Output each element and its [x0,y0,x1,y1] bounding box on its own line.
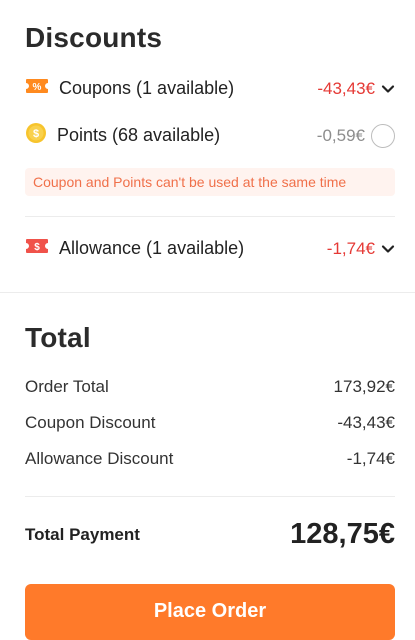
line-value: -43,43€ [337,413,395,432]
chevron-down-icon[interactable] [381,82,395,96]
divider [25,216,395,217]
divider [25,496,395,497]
allowance-row[interactable]: $ Allowance (1 available) -1,74€ [25,238,395,259]
points-radio[interactable] [371,123,395,148]
coupons-row[interactable]: % Coupons (1 available) -43,43€ [25,78,395,99]
allowance-label: Allowance (1 available) [59,238,245,258]
svg-text:$: $ [34,242,40,253]
total-title: Total [25,322,91,353]
discounts-title: Discounts [25,22,163,53]
place-order-button[interactable]: Place Order [25,584,395,640]
line-value: 173,92€ [333,377,395,396]
line-label: Allowance Discount [25,449,174,468]
coupon-percent-icon: % [25,78,49,99]
points-label: Points (68 available) [57,125,221,145]
coupons-value: -43,43€ [317,78,375,98]
points-value: -0,59€ [316,125,365,145]
line-label: Order Total [25,377,109,396]
dollar-coin-icon: $ [25,122,47,149]
total-payment-label: Total Payment [25,524,140,544]
order-total-line: Order Total 173,92€ [25,377,395,397]
svg-text:$: $ [33,128,39,140]
total-payment-row: Total Payment 128,75€ [25,518,395,551]
total-payment-amount: 128,75€ [290,518,395,550]
allowance-ticket-icon: $ [25,238,49,259]
coupon-points-notice: Coupon and Points can't be used at the s… [25,168,395,196]
chevron-down-icon[interactable] [381,242,395,256]
line-label: Coupon Discount [25,413,156,432]
allowance-value: -1,74€ [326,238,375,258]
section-divider [0,292,415,293]
coupon-discount-line: Coupon Discount -43,43€ [25,413,395,433]
allowance-discount-line: Allowance Discount -1,74€ [25,449,395,469]
svg-text:%: % [33,82,42,93]
points-row[interactable]: $ Points (68 available) -0,59€ [25,122,395,149]
coupons-label: Coupons (1 available) [59,78,235,98]
line-value: -1,74€ [346,449,395,468]
